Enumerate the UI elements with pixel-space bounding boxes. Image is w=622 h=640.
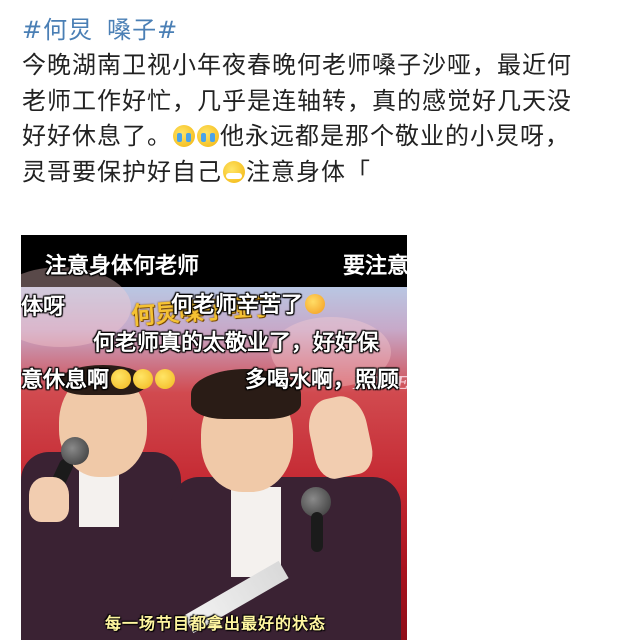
raised-hand [303, 391, 377, 483]
hashtag-row: #何炅 嗓子# [22, 10, 192, 45]
post-text-line: 今晚湖南卫视小年夜春晚何老师嗓子沙哑，最近何 [22, 51, 572, 79]
post-text-segment: 注意身体「 [246, 157, 371, 186]
danmaku-comment: 要注意 [343, 254, 407, 279]
post-text-segment: 他永远都是那个敬业的小炅呀， [220, 122, 570, 150]
video-thumbnail[interactable]: LOVE 注意身体何老师 要注意 体呀 何炅嗓子哑了 何老师辛苦了 何老师真的太… [21, 235, 407, 640]
hug-emoji-icon [133, 369, 154, 389]
post-text-segment: 好好休息了。 [22, 122, 172, 150]
hashtag-link[interactable]: #何炅 [22, 16, 93, 44]
danmaku-comment: 意休息啊 [21, 362, 176, 394]
crying-face-icon [197, 125, 219, 147]
microphone [311, 512, 323, 552]
hand [29, 477, 69, 522]
post-body: 今晚湖南卫视小年夜春晚何老师嗓子沙哑，最近何 老师工作好忙，几乎是连轴转，真的感… [22, 48, 607, 190]
danmaku-comment: 体呀 [21, 295, 66, 320]
heart-eyes-face-icon [305, 294, 326, 314]
danmaku-comment: 多喝水啊，照顾 [245, 368, 400, 393]
hashtag-link[interactable]: 嗓子# [107, 16, 178, 44]
post-text-line: 老师工作好忙，几乎是连轴转，真的感觉好几天没 [22, 86, 572, 115]
microphone-head [61, 437, 89, 465]
danmaku-text: 意休息啊 [21, 368, 110, 393]
post-text-line: 好好休息了。 他永远都是那个敬业的小炅呀， [22, 119, 607, 155]
sick-face-icon [223, 160, 245, 183]
crying-face-icon [173, 125, 195, 147]
danmaku-comment: 何老师辛苦了 [171, 287, 326, 319]
video-subtitle: 每一场节目都拿出最好的状态 [105, 614, 327, 633]
hug-emoji-icon [155, 369, 176, 389]
weibo-post: #何炅 嗓子# 今晚湖南卫视小年夜春晚何老师嗓子沙哑，最近何 老师工作好忙，几乎是… [0, 0, 622, 640]
danmaku-comment: 注意身体何老师 [45, 254, 200, 279]
post-text-segment: 灵哥要保护好自己 [22, 157, 222, 186]
post-text-line: 灵哥要保护好自己 注意身体「 [22, 155, 607, 191]
danmaku-text: 何老师辛苦了 [171, 293, 304, 318]
hug-emoji-icon [111, 369, 132, 389]
danmaku-comment: 何老师真的太敬业了，好好保 [93, 331, 380, 356]
